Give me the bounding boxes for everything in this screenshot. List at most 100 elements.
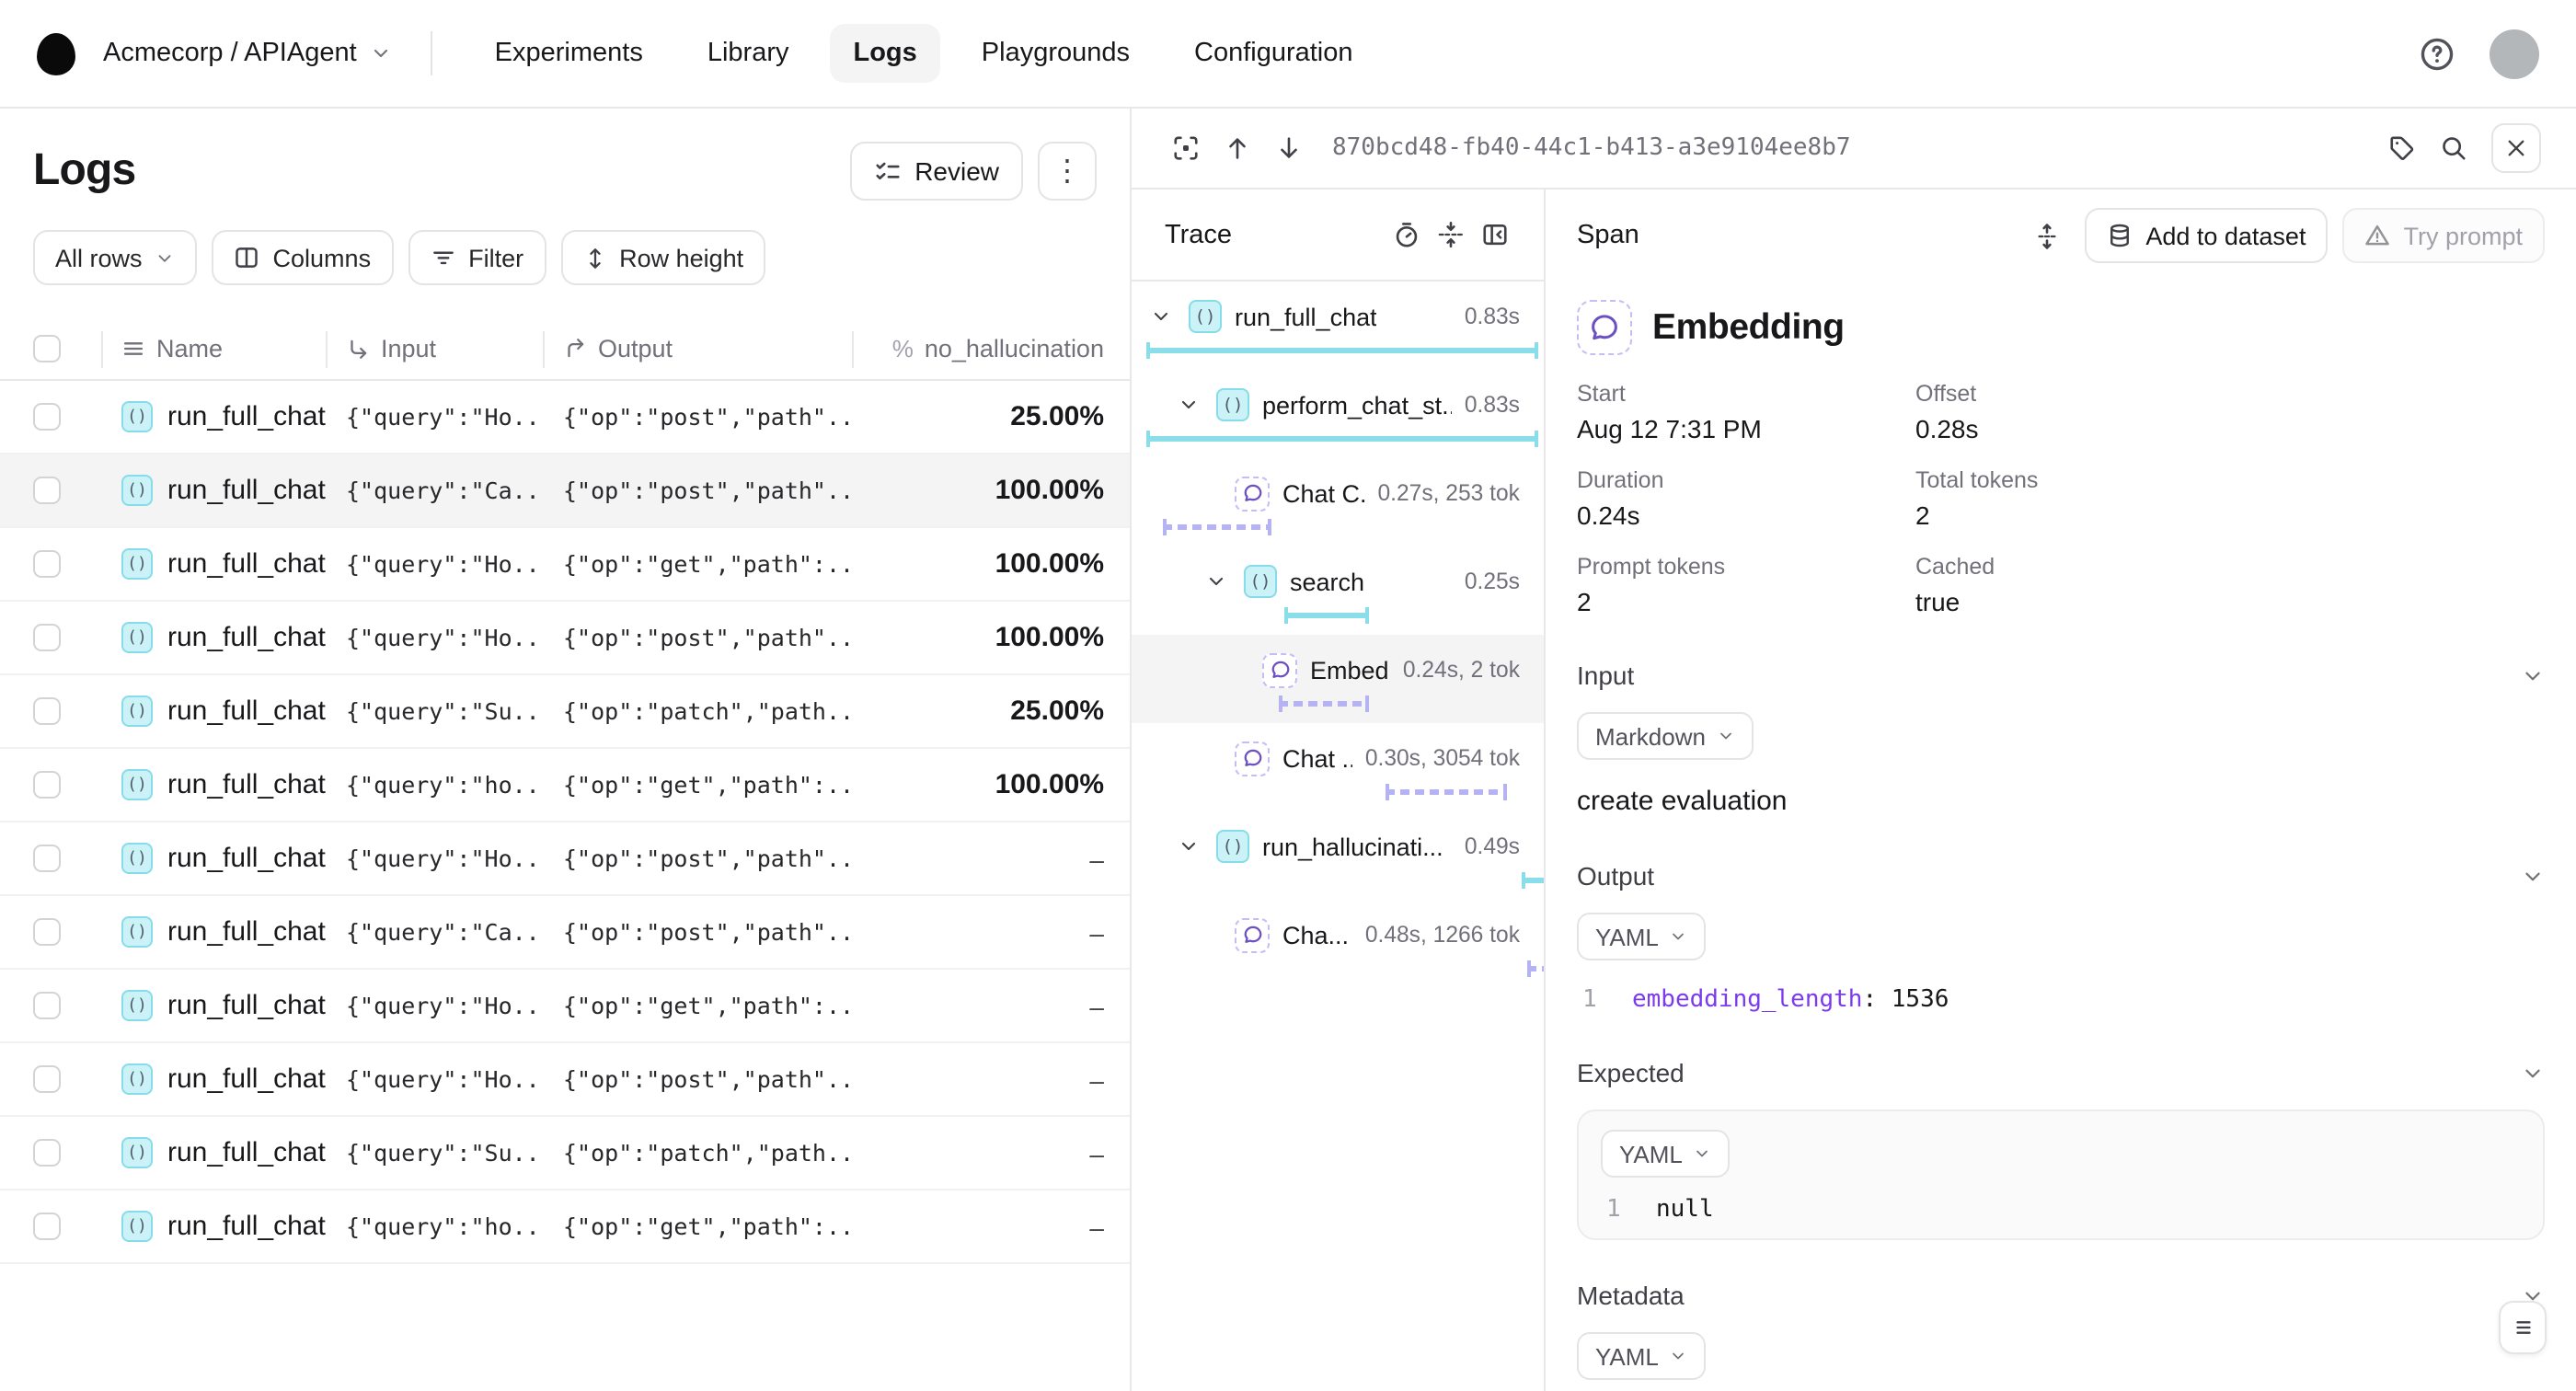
column-header-score[interactable]: % no_hallucination (852, 318, 1132, 379)
trace-span-row[interactable]: () run_full_chat 0.83s (1132, 282, 1544, 370)
table-row[interactable]: () run_full_chat {"query":"Ho... {"op":"… (0, 602, 1130, 675)
table-row[interactable]: () run_full_chat {"query":"Ho... {"op":"… (0, 528, 1130, 602)
toggle-panel-button[interactable] (1472, 211, 1516, 259)
function-icon: () (121, 622, 153, 653)
timings-button[interactable] (1384, 211, 1428, 259)
kebab-icon: ⋮ (1052, 153, 1082, 190)
row-checkbox[interactable] (33, 992, 61, 1019)
output-section-heading: Output (1577, 861, 1654, 891)
rows-filter-dropdown[interactable]: All rows (33, 230, 198, 285)
workspace-switcher[interactable]: Acmecorp / APIAgent (103, 39, 392, 68)
chevron-down-icon[interactable] (1178, 835, 1203, 857)
add-to-dataset-button[interactable]: Add to dataset (2085, 208, 2328, 263)
row-input: {"query":"Ca... (326, 896, 543, 968)
row-score: – (872, 917, 1104, 947)
layout-menu-button[interactable] (2499, 1301, 2547, 1354)
span-fields: StartAug 12 7:31 PM Offset0.28s Duration… (1577, 381, 2545, 616)
column-header-output[interactable]: Output (543, 318, 852, 379)
help-button[interactable] (2412, 29, 2460, 77)
row-checkbox[interactable] (33, 477, 61, 504)
collapse-spans-button[interactable] (1428, 211, 1472, 259)
table-row[interactable]: () run_full_chat {"query":"ho... {"op":"… (0, 749, 1130, 822)
row-checkbox[interactable] (33, 624, 61, 651)
close-detail-button[interactable] (2491, 123, 2541, 173)
next-row-button[interactable] (1264, 124, 1312, 172)
row-checkbox[interactable] (33, 1065, 61, 1093)
expected-format-dropdown[interactable]: YAML (1601, 1130, 1731, 1178)
expand-section-button[interactable] (2022, 212, 2070, 259)
row-checkbox[interactable] (33, 845, 61, 872)
row-height-button[interactable]: Row height (560, 230, 765, 285)
row-output: {"op":"post","path"... (543, 454, 852, 526)
table-row[interactable]: () run_full_chat {"query":"Ho... {"op":"… (0, 1043, 1130, 1117)
output-format-dropdown[interactable]: YAML (1577, 913, 1707, 960)
try-prompt-button[interactable]: Try prompt (2342, 208, 2545, 263)
chevron-down-icon[interactable] (1178, 394, 1203, 416)
span-duration: 0.83s (1465, 392, 1520, 418)
chevron-down-icon[interactable] (2521, 1061, 2545, 1085)
llm-icon (1235, 917, 1270, 952)
row-checkbox[interactable] (33, 771, 61, 799)
row-checkbox[interactable] (33, 403, 61, 431)
row-checkbox[interactable] (33, 1213, 61, 1240)
table-row[interactable]: () run_full_chat {"query":"Ca... {"op":"… (0, 454, 1130, 528)
collapse-vertical-icon (1436, 221, 1464, 248)
select-all-checkbox[interactable] (33, 335, 61, 362)
overflow-menu-button[interactable]: ⋮ (1038, 142, 1097, 201)
row-checkbox[interactable] (33, 697, 61, 725)
tab-configuration[interactable]: Configuration (1170, 24, 1377, 83)
tab-playgrounds[interactable]: Playgrounds (958, 24, 1154, 83)
output-section: Output YAML 1 embedding_length: 1536 (1577, 861, 2545, 1014)
chevron-down-icon[interactable] (1205, 570, 1231, 592)
expand-fullscreen-button[interactable] (1161, 124, 1209, 172)
output-code-line: 1 embedding_length: 1536 (1577, 986, 2545, 1014)
input-section-heading: Input (1577, 661, 1634, 690)
trace-span-row[interactable]: Embed... 0.24s, 2 tok (1132, 635, 1544, 723)
filter-button[interactable]: Filter (408, 230, 546, 285)
tag-button[interactable] (2377, 124, 2425, 172)
function-icon: () (1216, 388, 1249, 421)
search-button[interactable] (2429, 124, 2477, 172)
column-header-name[interactable]: Name (101, 318, 326, 379)
table-row[interactable]: () run_full_chat {"query":"Ho... {"op":"… (0, 381, 1130, 454)
trace-span-row[interactable]: Chat ... 0.30s, 3054 tok (1132, 723, 1544, 811)
database-icon (2107, 223, 2133, 248)
span-timeline (1146, 694, 1538, 712)
tab-experiments[interactable]: Experiments (471, 24, 667, 83)
input-section: Input Markdown create evaluation (1577, 661, 2545, 817)
row-input: {"query":"Ho... (326, 822, 543, 894)
tab-library[interactable]: Library (684, 24, 813, 83)
app-logo-icon[interactable] (37, 32, 75, 75)
table-row[interactable]: () run_full_chat {"query":"Ho... {"op":"… (0, 970, 1130, 1043)
table-row[interactable]: () run_full_chat {"query":"Ca... {"op":"… (0, 896, 1130, 970)
trace-span-row[interactable]: Cha... 0.48s, 1266 tok (1132, 900, 1544, 988)
row-name: run_full_chat (167, 1063, 326, 1095)
table-row[interactable]: () run_full_chat {"query":"Su... {"op":"… (0, 675, 1130, 749)
chevron-down-icon[interactable] (2521, 864, 2545, 888)
row-output: {"op":"post","path"... (543, 1043, 852, 1115)
function-icon: () (1244, 565, 1277, 598)
avatar[interactable] (2490, 29, 2539, 78)
tab-logs[interactable]: Logs (830, 24, 941, 83)
prev-row-button[interactable] (1213, 124, 1260, 172)
row-checkbox[interactable] (33, 918, 61, 946)
chevron-down-icon[interactable] (2521, 663, 2545, 687)
review-button[interactable]: Review (850, 142, 1023, 201)
row-checkbox[interactable] (33, 1139, 61, 1167)
trace-span-row[interactable]: Chat C... 0.27s, 253 tok (1132, 458, 1544, 546)
table-row[interactable]: () run_full_chat {"query":"Ho... {"op":"… (0, 822, 1130, 896)
input-format-dropdown[interactable]: Markdown (1577, 712, 1754, 760)
table-row[interactable]: () run_full_chat {"query":"Su... {"op":"… (0, 1117, 1130, 1190)
trace-span-row[interactable]: () perform_chat_st... 0.83s (1132, 370, 1544, 458)
row-checkbox[interactable] (33, 550, 61, 578)
chevron-down-icon[interactable] (1150, 305, 1176, 328)
row-output: {"op":"post","path"... (543, 602, 852, 673)
trace-span-row[interactable]: () run_hallucinati... 0.49s (1132, 811, 1544, 900)
trace-span-row[interactable]: () search 0.25s (1132, 546, 1544, 635)
span-title: Embedding (1652, 306, 1845, 349)
columns-button[interactable]: Columns (213, 230, 394, 285)
metadata-format-dropdown[interactable]: YAML (1577, 1332, 1707, 1380)
row-input: {"query":"Ca... (326, 454, 543, 526)
column-header-input[interactable]: Input (326, 318, 543, 379)
table-row[interactable]: () run_full_chat {"query":"ho... {"op":"… (0, 1190, 1130, 1264)
